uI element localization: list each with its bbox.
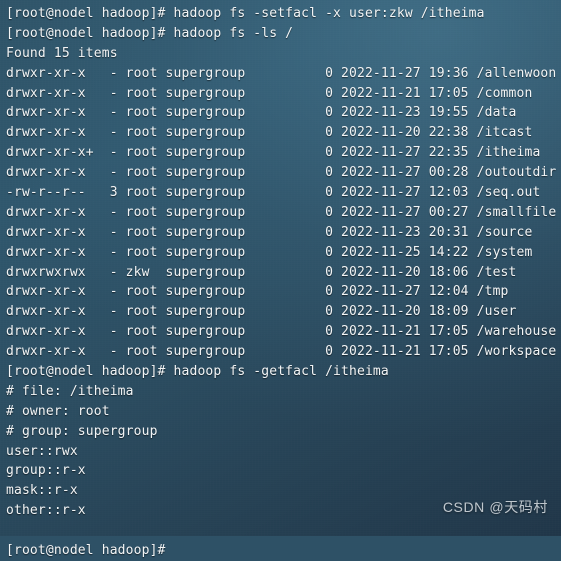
terminal-line: # group: supergroup xyxy=(6,423,158,439)
csdn-watermark: CSDN @天码村 xyxy=(442,499,548,516)
terminal-line: Found 15 items xyxy=(6,45,118,61)
terminal-line: user::rwx xyxy=(6,443,78,459)
terminal-window[interactable]: [root@nodel hadoop]# hadoop fs -setfacl … xyxy=(0,0,561,558)
terminal-line: drwxr-xr-x - root supergroup 0 2022-11-2… xyxy=(6,85,533,101)
terminal-line: drwxr-xr-x - root supergroup 0 2022-11-2… xyxy=(6,224,533,240)
terminal-line: drwxr-xr-x - root supergroup 0 2022-11-2… xyxy=(6,204,557,220)
terminal-line: drwxrwxrwx - zkw supergroup 0 2022-11-20… xyxy=(6,264,517,280)
terminal-line: drwxr-xr-x - root supergroup 0 2022-11-2… xyxy=(6,125,533,141)
terminal-line: [root@nodel hadoop]# hadoop fs -setfacl … xyxy=(6,6,485,21)
terminal-line: # owner: root xyxy=(6,403,110,419)
terminal-line: drwxr-xr-x - root supergroup 0 2022-11-2… xyxy=(6,304,517,320)
terminal-line: -rw-r--r-- 3 root supergroup 0 2022-11-2… xyxy=(6,185,541,201)
terminal-line: drwxr-xr-x - root supergroup 0 2022-11-2… xyxy=(6,65,557,81)
terminal-line: drwxr-xr-x+ - root supergroup 0 2022-11-… xyxy=(6,145,541,161)
terminal-line: drwxr-xr-x - root supergroup 0 2022-11-2… xyxy=(6,165,557,181)
terminal-line: [root@nodel hadoop]# xyxy=(6,543,166,559)
terminal-line: [root@nodel hadoop]# hadoop fs -getfacl … xyxy=(6,364,389,380)
terminal-line: drwxr-xr-x - root supergroup 0 2022-11-2… xyxy=(6,244,533,260)
terminal-line: drwxr-xr-x - root supergroup 0 2022-11-2… xyxy=(6,284,509,300)
terminal-line: drwxr-xr-x - root supergroup 0 2022-11-2… xyxy=(6,105,517,121)
terminal-screen[interactable]: [root@nodel hadoop]# hadoop fs -setfacl … xyxy=(6,4,561,561)
terminal-line: group::r-x xyxy=(6,463,86,479)
terminal-line: drwxr-xr-x - root supergroup 0 2022-11-2… xyxy=(6,344,557,360)
terminal-line: # file: /itheima xyxy=(6,383,134,399)
terminal-line: [root@nodel hadoop]# hadoop fs -ls / xyxy=(6,25,294,41)
terminal-line: drwxr-xr-x - root supergroup 0 2022-11-2… xyxy=(6,324,557,340)
